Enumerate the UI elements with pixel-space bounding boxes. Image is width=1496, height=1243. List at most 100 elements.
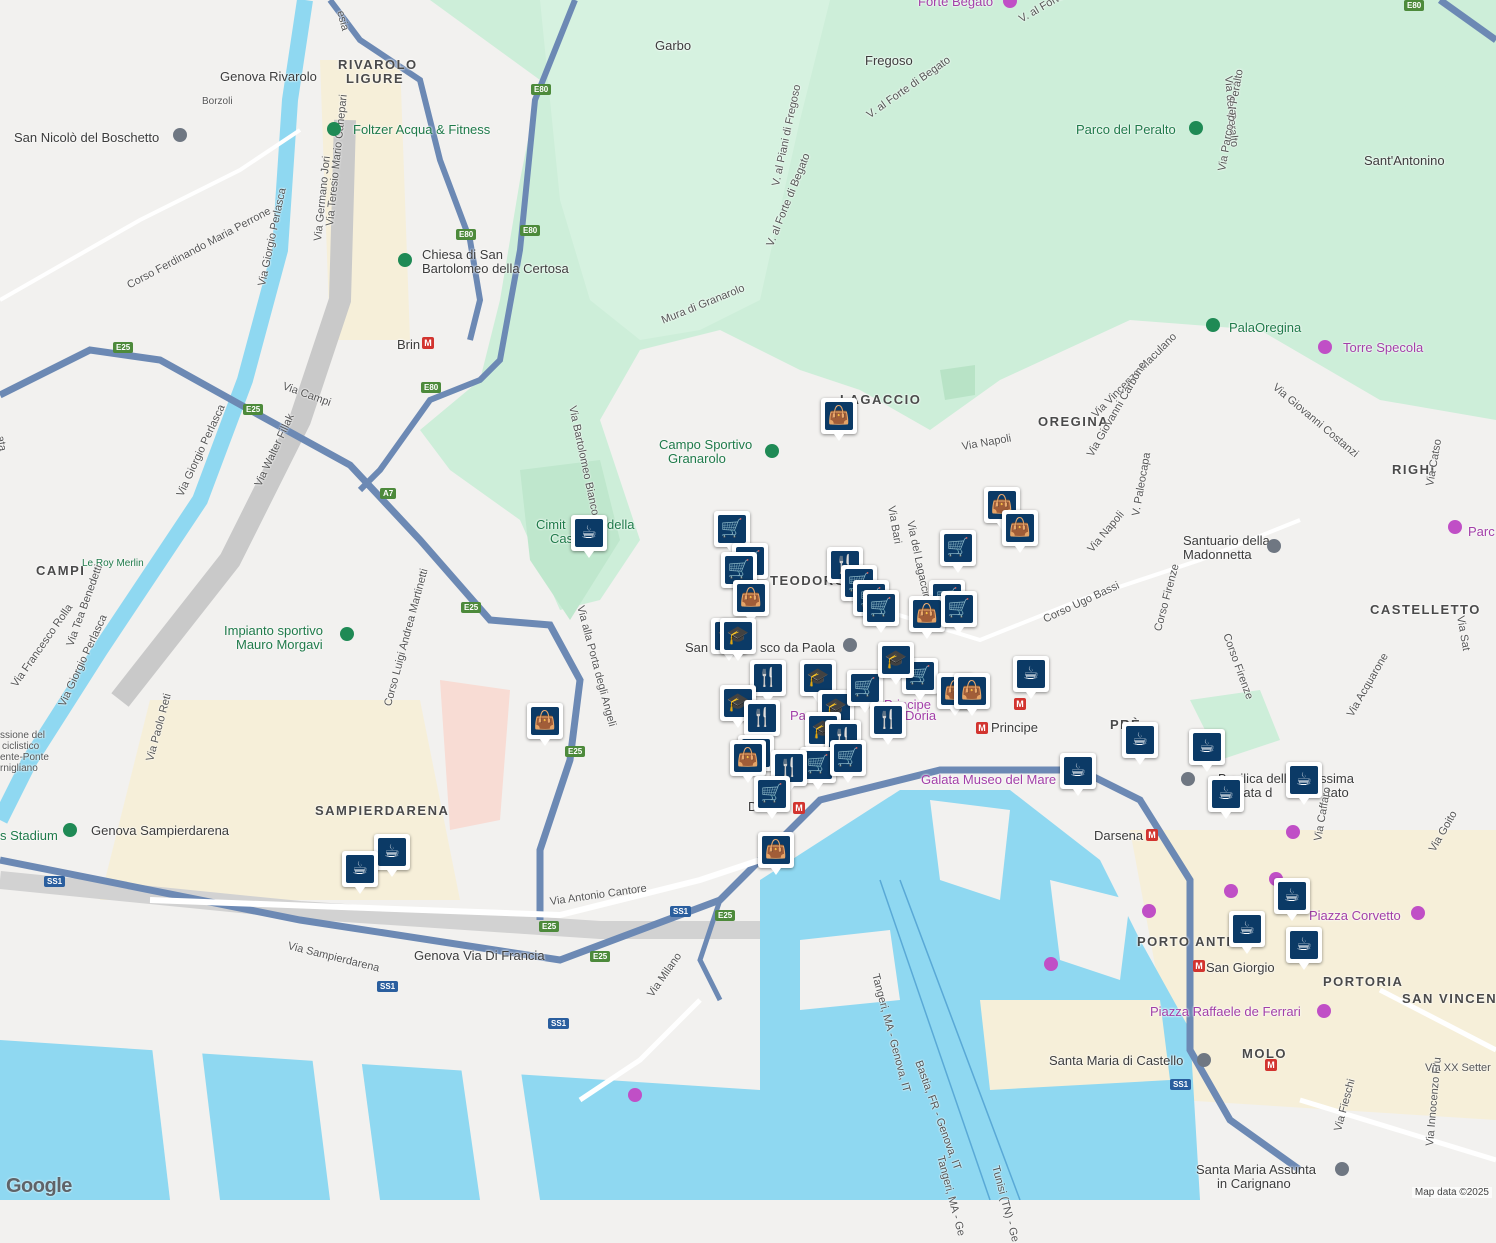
metro-station-icon[interactable]: M xyxy=(422,337,434,349)
map-marker-cup[interactable]: ☕ xyxy=(1229,911,1265,954)
poi-dot-icon[interactable] xyxy=(765,444,779,458)
map-label-san-vincenzo[interactable]: SAN VINCENZ xyxy=(1402,991,1496,1006)
map-label-forte-begato[interactable]: Forte Begato xyxy=(918,0,993,9)
map-label-principe[interactable]: Principe xyxy=(991,720,1038,735)
map-marker-cart[interactable]: 🛒 xyxy=(714,511,750,554)
metro-station-icon[interactable]: M xyxy=(1265,1059,1277,1071)
poi-dot-icon[interactable] xyxy=(1286,825,1300,839)
map-marker-cart[interactable]: 🛒 xyxy=(863,590,899,633)
map-marker-cup[interactable]: ☕ xyxy=(342,851,378,894)
poi-dot-icon[interactable] xyxy=(628,1088,642,1102)
map-marker-cart[interactable]: 🛒 xyxy=(940,530,976,573)
map-label-garbo[interactable]: Garbo xyxy=(655,38,691,53)
map-label-campi[interactable]: CAMPI xyxy=(36,563,85,578)
metro-station-icon[interactable]: M xyxy=(976,722,988,734)
map-marker-cup[interactable]: ☕ xyxy=(1189,729,1225,772)
map-marker-school[interactable]: 🎓 xyxy=(720,618,756,661)
map-marker-fork[interactable]: 🍴 xyxy=(744,700,780,743)
map-label-parc[interactable]: Parc xyxy=(1468,524,1495,539)
poi-dot-icon[interactable] xyxy=(1197,1053,1211,1067)
map-label-santuario2[interactable]: Madonnetta xyxy=(1183,547,1252,562)
poi-dot-icon[interactable] xyxy=(1189,121,1203,135)
poi-dot-icon[interactable] xyxy=(1335,1162,1349,1176)
map-label-santuario1[interactable]: Santuario della xyxy=(1183,533,1270,548)
map-marker-cart[interactable]: 🛒 xyxy=(754,776,790,819)
metro-station-icon[interactable]: M xyxy=(1014,698,1026,710)
map-label-rivarolo[interactable]: RIVAROLO xyxy=(338,57,418,72)
map-marker-cup[interactable]: ☕ xyxy=(1122,722,1158,765)
map-label-galata[interactable]: Galata Museo del Mare xyxy=(921,772,1056,787)
map-canvas[interactable]: Garbo Fregoso Forte Begato RIVAROLO LIGURE Ge… xyxy=(0,0,1496,1243)
map-marker-bag[interactable]: 👜 xyxy=(758,832,794,875)
map-label-ligure[interactable]: LIGURE xyxy=(346,71,404,86)
map-marker-bag[interactable]: 👜 xyxy=(954,673,990,716)
map-marker-cup[interactable]: ☕ xyxy=(1286,762,1322,805)
map-label-genova-rivarolo[interactable]: Genova Rivarolo xyxy=(220,69,317,84)
map-attribution[interactable]: Map data ©2025 xyxy=(1411,1187,1492,1198)
map-marker-bag[interactable]: 👜 xyxy=(733,580,769,623)
map-label-santa-maria-assunta1[interactable]: Santa Maria Assunta xyxy=(1196,1162,1316,1177)
map-label-della[interactable]: della xyxy=(607,517,634,532)
poi-dot-icon[interactable] xyxy=(843,638,857,652)
map-label-pa-principe[interactable]: Pa xyxy=(790,708,806,723)
map-label-genova-via-francia[interactable]: Genova Via Di Francia xyxy=(414,948,545,963)
map-label-san-giorgio[interactable]: San Giorgio xyxy=(1206,960,1275,975)
map-label-chiesa2[interactable]: Bartolomeo della Certosa xyxy=(422,261,569,276)
map-marker-cup[interactable]: ☕ xyxy=(1060,753,1096,796)
poi-dot-icon[interactable] xyxy=(1142,904,1156,918)
map-label-parco-peralto[interactable]: Parco del Peralto xyxy=(1076,122,1176,137)
map-label-ponte[interactable]: ente-Ponte xyxy=(0,752,49,763)
metro-station-icon[interactable]: M xyxy=(793,802,805,814)
map-marker-cup[interactable]: ☕ xyxy=(1286,927,1322,970)
map-label-santa-maria-assunta2[interactable]: in Carignano xyxy=(1217,1176,1291,1191)
map-label-stadium[interactable]: s Stadium xyxy=(0,828,58,843)
poi-dot-icon[interactable] xyxy=(173,128,187,142)
poi-dot-icon[interactable] xyxy=(1044,957,1058,971)
poi-dot-icon[interactable] xyxy=(1448,520,1462,534)
map-marker-cup[interactable]: ☕ xyxy=(1274,878,1310,921)
map-marker-cup[interactable]: ☕ xyxy=(1208,776,1244,819)
map-label-cimit[interactable]: Cimit xyxy=(536,517,566,532)
map-label-impianto2[interactable]: Mauro Morgavi xyxy=(236,637,323,652)
map-label-palaoregina[interactable]: PalaOregina xyxy=(1229,320,1301,335)
map-marker-cart[interactable]: 🛒 xyxy=(941,591,977,634)
poi-dot-icon[interactable] xyxy=(1317,1004,1331,1018)
map-label-sant-antonino[interactable]: Sant'Antonino xyxy=(1364,153,1445,168)
map-label-fregoso[interactable]: Fregoso xyxy=(865,53,913,68)
map-label-ciclistico[interactable]: ciclistico xyxy=(2,741,39,752)
metro-station-icon[interactable]: M xyxy=(1146,829,1158,841)
map-marker-cart[interactable]: 🛒 xyxy=(830,740,866,783)
poi-dot-icon[interactable] xyxy=(340,627,354,641)
poi-dot-icon[interactable] xyxy=(63,823,77,837)
map-label-campo1[interactable]: Campo Sportivo xyxy=(659,437,752,452)
map-marker-bag[interactable]: 👜 xyxy=(909,596,945,639)
map-marker-bag[interactable]: 👜 xyxy=(527,703,563,746)
poi-dot-icon[interactable] xyxy=(327,122,341,136)
map-label-torre-specola[interactable]: Torre Specola xyxy=(1343,340,1423,355)
map-label-foltzer[interactable]: Foltzer Acqua & Fitness xyxy=(353,122,490,137)
map-marker-fork[interactable]: 🍴 xyxy=(870,702,906,745)
map-label-basilica1b[interactable]: ssima xyxy=(1320,771,1354,786)
map-label-porto-antico[interactable]: PORTO ANTIC xyxy=(1137,934,1242,949)
map-label-san-fran[interactable]: San xyxy=(685,640,708,655)
map-marker-bag[interactable]: 👜 xyxy=(821,398,857,441)
map-label-rnigliano[interactable]: rnigliano xyxy=(0,763,38,774)
map-label-san-nicolo[interactable]: San Nicolò del Boschetto xyxy=(14,130,159,145)
map-label-brin[interactable]: Brin xyxy=(397,337,420,352)
map-label-genova-sampierdarena[interactable]: Genova Sampierdarena xyxy=(91,823,229,838)
poi-dot-icon[interactable] xyxy=(398,253,412,267)
map-label-campo2[interactable]: Granarolo xyxy=(668,451,726,466)
map-label-piazza-ferrari[interactable]: Piazza Raffaele de Ferrari xyxy=(1150,1004,1301,1019)
map-marker-cup[interactable]: ☕ xyxy=(374,834,410,877)
map-label-piazza-corvetto[interactable]: Piazza Corvetto xyxy=(1309,908,1401,923)
map-label-chiesa1[interactable]: Chiesa di San xyxy=(422,247,503,262)
poi-dot-icon[interactable] xyxy=(1224,884,1238,898)
poi-dot-icon[interactable] xyxy=(1267,539,1281,553)
map-label-portoria[interactable]: PORTORIA xyxy=(1323,974,1403,989)
poi-dot-icon[interactable] xyxy=(1206,318,1220,332)
map-label-impianto1[interactable]: Impianto sportivo xyxy=(224,623,323,638)
map-label-cas[interactable]: Cas xyxy=(550,531,573,546)
map-label-santa-maria-castello[interactable]: Santa Maria di Castello xyxy=(1049,1053,1183,1068)
map-label-borzoli[interactable]: Borzoli xyxy=(202,96,233,107)
map-marker-bag[interactable]: 👜 xyxy=(1002,510,1038,553)
